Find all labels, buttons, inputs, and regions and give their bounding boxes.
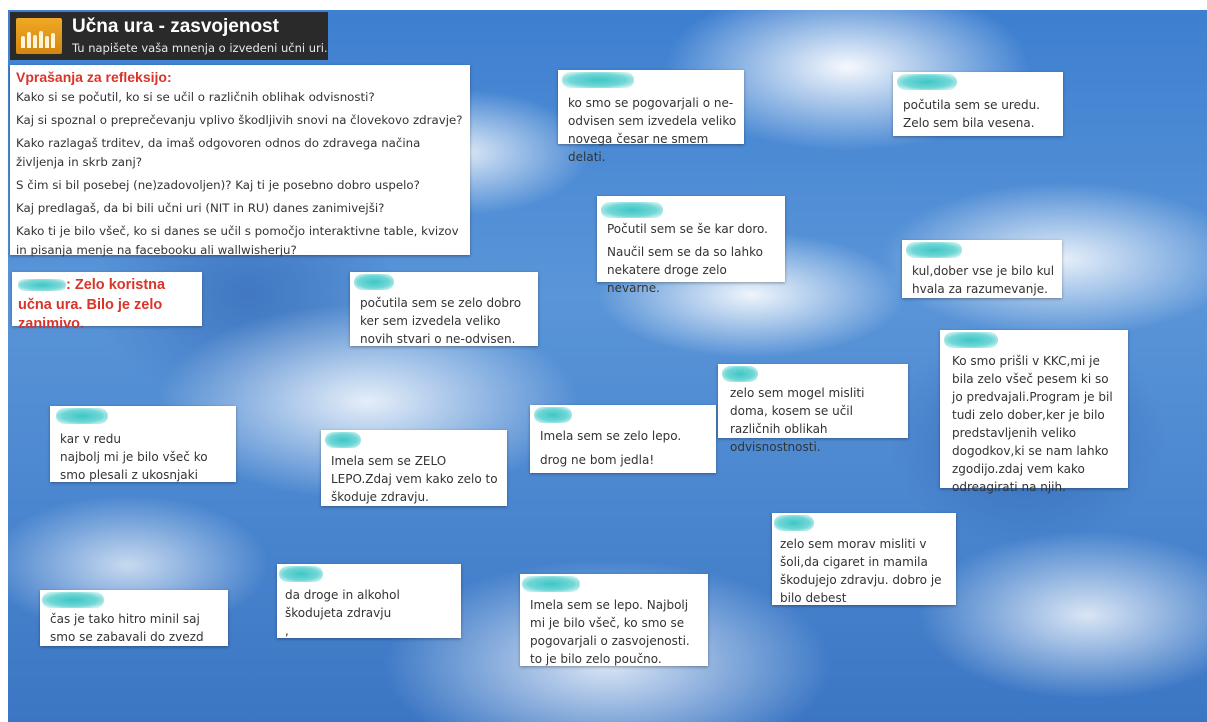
post-note[interactable]: čas je tako hitro minil saj smo se zabav… xyxy=(40,590,228,646)
post-note[interactable]: da droge in alkohol škodujeta zdravju , xyxy=(277,564,461,638)
redacted-author-name xyxy=(534,407,572,423)
post-note[interactable]: počutila sem se uredu. Zelo sem bila ves… xyxy=(893,72,1063,136)
post-note[interactable]: Ko smo prišli v KKC,mi je bila zelo všeč… xyxy=(940,330,1128,494)
post-note[interactable]: Počutil sem se še kar doro. Naučil sem s… xyxy=(597,196,785,295)
post-note[interactable]: Imela sem se lepo. Najbolj mi je bilo vš… xyxy=(520,574,708,666)
questions-note[interactable]: Vprašanja za refleksijo: Kako si se poču… xyxy=(10,65,470,257)
post-text: da droge in alkohol škodujeta zdravju xyxy=(285,588,400,620)
post-note[interactable]: zelo sem mogel misliti doma, kosem se uč… xyxy=(718,364,908,454)
post-text: počutila sem se uredu. xyxy=(903,98,1040,112)
post-text: Imela sem se lepo. Najbolj mi je bilo vš… xyxy=(530,598,690,666)
post-text: najbolj mi je bilo všeč ko smo plesali z… xyxy=(60,450,208,482)
post-text: zelo sem mogel misliti doma, kosem se uč… xyxy=(730,386,865,454)
post-note[interactable]: Imela sem se zelo lepo. drog ne bom jedl… xyxy=(530,405,716,473)
question-item: Kako si se počutil, ko si se učil o razl… xyxy=(16,89,375,104)
redacted-author-name xyxy=(325,432,361,448)
redacted-author-name xyxy=(774,515,814,531)
redacted-author-name xyxy=(18,279,66,292)
post-text: Imela sem se zelo lepo. xyxy=(540,429,682,443)
wall-title: Učna ura - zasvojenost xyxy=(72,16,279,37)
post-text: kar v redu xyxy=(60,432,122,446)
question-item: S čim si bil posebej (ne)zadovoljen)? Ka… xyxy=(16,177,420,192)
post-text: počutila sem se zelo dobro ker sem izved… xyxy=(360,296,522,346)
redacted-author-name xyxy=(722,366,758,382)
post-note[interactable]: Imela sem se ZELO LEPO.Zdaj vem kako zel… xyxy=(321,430,507,506)
post-text: kul,dober vse je bilo kul hvala za razum… xyxy=(912,264,1055,296)
post-text: Počutil sem se še kar doro. xyxy=(607,222,768,236)
post-note[interactable]: počutila sem se zelo dobro ker sem izved… xyxy=(350,272,538,346)
redacted-author-name xyxy=(906,242,962,258)
post-note[interactable]: ko smo se pogovarjali o ne-odvisen sem i… xyxy=(558,70,744,164)
redacted-author-name xyxy=(354,274,394,290)
post-note[interactable]: zelo sem morav misliti v šoli,da cigaret… xyxy=(772,513,956,605)
redacted-author-name xyxy=(601,202,663,218)
post-text: drog ne bom jedla! xyxy=(540,453,655,467)
post-note[interactable]: kar v redu najbolj mi je bilo všeč ko sm… xyxy=(50,406,236,482)
post-text: Ko smo prišli v KKC,mi je bila zelo všeč… xyxy=(952,354,1113,494)
question-item: Kaj si spoznal o preprečevanju vplivo šk… xyxy=(16,113,463,128)
redacted-author-name xyxy=(279,566,323,582)
featured-note[interactable]: : Zelo koristna učna ura. Bilo je zelo z… xyxy=(12,272,202,332)
post-text: zelo sem morav misliti v šoli,da cigaret… xyxy=(780,537,942,605)
redacted-author-name xyxy=(42,592,104,608)
questions-heading: Vprašanja za refleksijo: xyxy=(16,69,172,85)
question-item: Kako ti je bilo všeč, ko si danes se uči… xyxy=(16,224,459,257)
post-text: ko smo se pogovarjali o ne-odvisen sem i… xyxy=(568,96,737,164)
redacted-author-name xyxy=(522,576,580,592)
post-text: čas je tako hitro minil saj smo se zabav… xyxy=(50,612,204,644)
question-item: Kaj predlagaš, da bi bili učni uri (NIT … xyxy=(16,201,385,216)
wall-subtitle: Tu napišete vaša mnenja o izvedeni učni … xyxy=(72,41,328,55)
wall-header[interactable]: Učna ura - zasvojenost Tu napišete vaša … xyxy=(10,12,328,60)
redacted-author-name xyxy=(562,72,634,88)
post-text: Imela sem se ZELO LEPO.Zdaj vem kako zel… xyxy=(331,454,498,504)
wall-logo-icon xyxy=(16,18,62,54)
redacted-author-name xyxy=(56,408,108,424)
question-item: Kako razlagaš trditev, da imaš odgovoren… xyxy=(16,136,421,169)
post-text: Zelo sem bila vesena. xyxy=(903,116,1035,130)
post-text: Naučil sem se da so lahko nekatere droge… xyxy=(607,245,763,295)
redacted-author-name xyxy=(944,332,998,348)
redacted-author-name xyxy=(897,74,957,90)
post-text: , xyxy=(285,624,289,638)
post-note[interactable]: kul,dober vse je bilo kul hvala za razum… xyxy=(902,240,1062,298)
